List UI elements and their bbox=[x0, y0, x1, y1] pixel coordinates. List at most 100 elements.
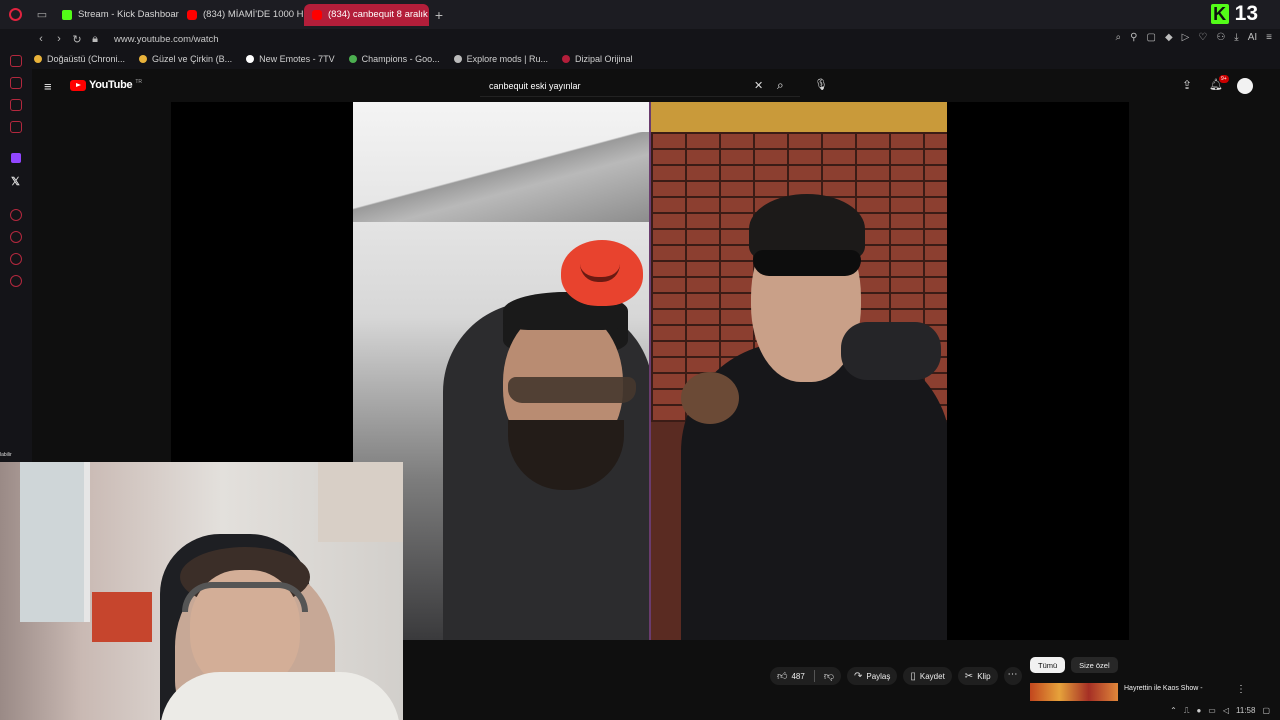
aria-icon[interactable] bbox=[10, 55, 22, 67]
bookmark-item[interactable]: Doğaüstü (Chroni... bbox=[34, 54, 125, 64]
bookshelf bbox=[318, 462, 403, 542]
history-icon[interactable] bbox=[10, 231, 22, 243]
bookmark-icon bbox=[139, 55, 148, 63]
share-button[interactable]: ↷ Paylaş bbox=[846, 667, 898, 685]
play-icon[interactable]: ▷ bbox=[1182, 32, 1190, 43]
new-tab-button[interactable]: + bbox=[429, 7, 449, 23]
download-icon[interactable]: ⤓ bbox=[1234, 32, 1238, 43]
tab-label: (834) MİAMİ'DE 1000 HP bbox=[203, 9, 304, 20]
recommendation-item[interactable]: Hayrettin ile Kaos Show - ⋮ bbox=[1030, 683, 1260, 701]
region-label: TR bbox=[135, 79, 142, 85]
forward-icon[interactable]: › bbox=[50, 33, 68, 45]
like-count: 487 bbox=[791, 671, 805, 681]
youtube-masthead: ≡ YouTube TR ✕ ⌕ 🎙︎ ⇪ 🔔︎ 9+ bbox=[32, 69, 1280, 102]
scissors-icon: ✂ bbox=[964, 670, 974, 682]
headset bbox=[182, 582, 308, 612]
workspaces-icon[interactable]: ▭ bbox=[30, 0, 54, 29]
notification-icon[interactable]: ▢ bbox=[1262, 706, 1270, 715]
tab-youtube-miami[interactable]: (834) MİAMİ'DE 1000 HP bbox=[179, 4, 304, 26]
browser-tab-strip: ▭ Stream - Kick Dashboard (834) MİAMİ'DE… bbox=[0, 0, 1280, 29]
heart-icon[interactable]: ♡ bbox=[1198, 32, 1207, 43]
shield-icon[interactable]: ◆ bbox=[1165, 32, 1173, 43]
sunglasses bbox=[753, 250, 861, 276]
extensions-icon[interactable] bbox=[10, 253, 22, 265]
ai-icon[interactable]: AI bbox=[1248, 32, 1257, 43]
tab-youtube-canbequit[interactable]: (834) canbequit 8 aralık c bbox=[304, 3, 429, 26]
clip-label: Klip bbox=[977, 671, 991, 681]
sidebar-app-icon[interactable] bbox=[10, 121, 22, 133]
settings-icon[interactable] bbox=[10, 275, 22, 287]
recommendation-title: Hayrettin ile Kaos Show - bbox=[1124, 685, 1203, 692]
save-label: Kaydet bbox=[919, 671, 945, 681]
window bbox=[20, 462, 90, 622]
car-interior bbox=[353, 132, 649, 222]
sidebar-app-icon[interactable] bbox=[10, 77, 22, 89]
pin-icon[interactable]: ⚲ bbox=[1130, 32, 1137, 43]
menu-icon[interactable]: ≡ bbox=[1266, 32, 1272, 43]
network-icon[interactable]: ▭ bbox=[1208, 706, 1216, 715]
microphone-icon[interactable]: 🎙︎ bbox=[814, 78, 828, 91]
save-button[interactable]: ▯ Kaydet bbox=[903, 667, 952, 685]
address-tools: ⌕ ⚲ ▢ ◆ ▷ ♡ ⚇ ⤓ AI ≡ bbox=[1116, 32, 1272, 43]
youtube-logo[interactable]: YouTube TR bbox=[70, 79, 142, 91]
usb-icon[interactable]: ⎍ bbox=[1184, 706, 1190, 716]
bookmark-item[interactable]: Champions - Goo... bbox=[348, 54, 440, 64]
chip-for-you[interactable]: Size özel bbox=[1071, 657, 1118, 673]
volume-icon[interactable]: ◁ bbox=[1223, 706, 1229, 715]
mic-icon[interactable]: ● bbox=[1196, 706, 1201, 715]
bookmark-item[interactable]: Dizipal Orijinal bbox=[562, 54, 633, 64]
bookmark-item[interactable]: Explore mods | Ru... bbox=[453, 54, 548, 64]
more-actions-icon[interactable]: ⋯ bbox=[1003, 667, 1022, 685]
tab-kick-dashboard[interactable]: Stream - Kick Dashboard bbox=[54, 4, 179, 26]
search-icon[interactable]: ⌕ bbox=[777, 78, 784, 93]
sunglasses bbox=[508, 377, 636, 403]
upload-icon[interactable]: ⇪ bbox=[1182, 78, 1192, 92]
share-icon: ↷ bbox=[853, 670, 863, 682]
youtube-icon bbox=[187, 9, 197, 20]
chevron-up-icon[interactable]: ⌃ bbox=[1170, 706, 1177, 715]
opera-logo-icon[interactable] bbox=[0, 0, 30, 29]
kick-count: 13 bbox=[1234, 2, 1258, 25]
bookmark-icon bbox=[348, 55, 357, 63]
youtube-play-icon bbox=[70, 79, 86, 91]
bookmark-item[interactable]: Güzel ve Çirkin (B... bbox=[139, 54, 232, 64]
chip-all[interactable]: Tümü bbox=[1030, 657, 1066, 673]
hamburger-menu-icon[interactable]: ≡ bbox=[44, 79, 52, 94]
youtube-icon bbox=[312, 9, 322, 20]
reload-icon[interactable]: ↻ bbox=[68, 33, 86, 46]
bookmark-label: Dizipal Orijinal bbox=[575, 54, 633, 64]
bookmark-icon bbox=[246, 55, 255, 63]
tiger-patch bbox=[681, 372, 739, 424]
bookmarks-bar: Doğaüstü (Chroni... Güzel ve Çirkin (B..… bbox=[0, 49, 1280, 69]
x-icon[interactable]: 𝕏 bbox=[11, 175, 20, 188]
bookmark-label: Güzel ve Çirkin (B... bbox=[152, 54, 233, 64]
thumbs-down-icon[interactable]: 👎︎ bbox=[824, 670, 834, 682]
headphone-box bbox=[92, 592, 152, 642]
url-field[interactable]: www.youtube.com/watch bbox=[114, 34, 219, 45]
avatar[interactable] bbox=[1237, 78, 1253, 94]
clear-search-icon[interactable]: ✕ bbox=[754, 79, 763, 92]
clock-time[interactable]: 11:58 bbox=[1236, 706, 1255, 715]
sidebar-app-icon[interactable] bbox=[10, 99, 22, 111]
bookmark-item[interactable]: New Emotes - 7TV bbox=[246, 54, 335, 64]
back-icon[interactable]: ‹ bbox=[32, 33, 50, 45]
clip-button[interactable]: ✂ Klip bbox=[957, 667, 998, 685]
kick-icon bbox=[62, 9, 72, 20]
podcast-microphone bbox=[841, 322, 941, 380]
sidebar-app-icon[interactable] bbox=[10, 209, 22, 221]
search-input[interactable] bbox=[480, 74, 730, 97]
system-tray: ⌃ ⎍ ● ▭ ◁ 11:58 ▢ bbox=[1090, 701, 1280, 720]
bookmark-icon: ▯ bbox=[910, 670, 916, 682]
zoom-icon[interactable]: ⌕ bbox=[1116, 32, 1122, 43]
screen: ▭ Stream - Kick Dashboard (834) MİAMİ'DE… bbox=[0, 0, 1280, 720]
more-vert-icon[interactable]: ⋮ bbox=[1236, 684, 1246, 695]
snapshot-icon[interactable]: ▢ bbox=[1146, 32, 1155, 43]
bookmark-label: New Emotes - 7TV bbox=[259, 54, 335, 64]
thumbs-up-icon: 👍︎ bbox=[777, 671, 788, 682]
twitch-icon[interactable] bbox=[11, 153, 21, 163]
wall-band bbox=[651, 102, 947, 136]
bookmark-icon bbox=[562, 55, 571, 63]
bookmark-icon bbox=[453, 55, 462, 63]
like-button[interactable]: 👍︎ 487 👎︎ bbox=[770, 667, 841, 685]
profile-icon[interactable]: ⚇ bbox=[1216, 32, 1225, 43]
